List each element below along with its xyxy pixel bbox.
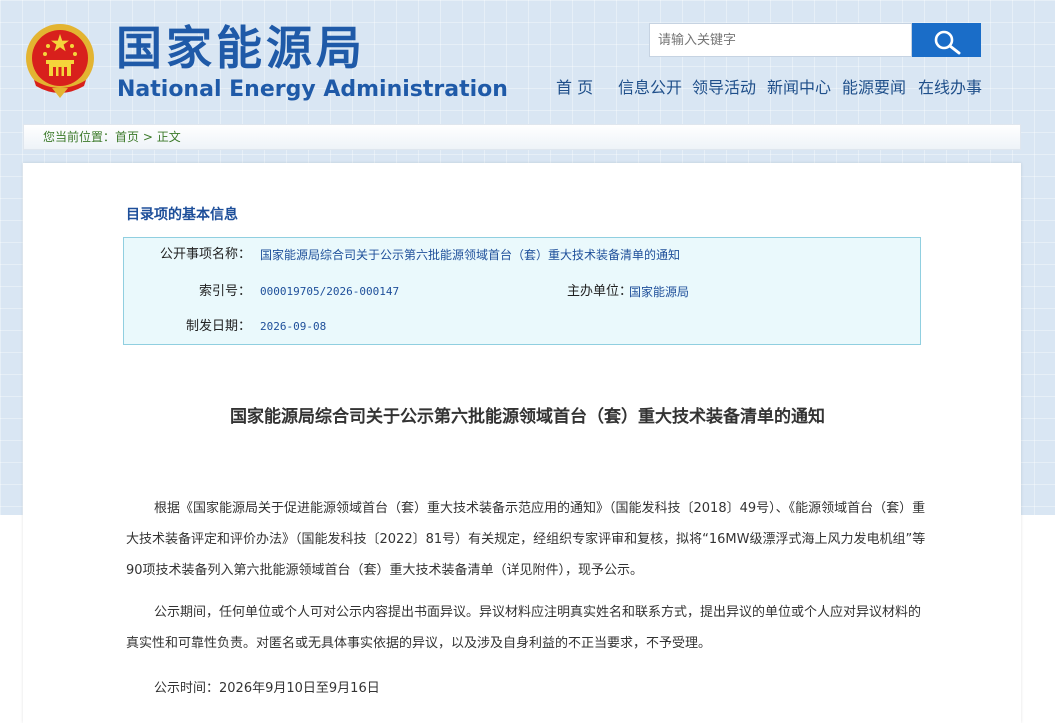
nav-energy-news[interactable]: 能源要闻 bbox=[842, 76, 906, 100]
basic-info-title: 目录项的基本信息 bbox=[126, 207, 238, 223]
article-paragraph-1: 根据《国家能源局关于促进能源领域首台（套）重大技术装备示范应用的通知》（国能发科… bbox=[126, 501, 926, 578]
index-value: 000019705/2026-000147 bbox=[260, 285, 400, 298]
breadcrumb-current: 正文 bbox=[156, 130, 181, 144]
name-value: 国家能源局综合司关于公示第六批能源领域首台（套）重大技术装备清单的通知 bbox=[260, 248, 681, 262]
name-label: 公开事项名称： bbox=[159, 247, 251, 262]
article-paragraph-2: 公示期间，任何单位或个人可对公示内容提出书面异议。异议材料应注明真实姓名和联系方… bbox=[126, 605, 922, 651]
site-logo-title[interactable]: 国家能源局 bbox=[116, 20, 366, 76]
index-label: 索引号： bbox=[198, 284, 251, 299]
article-title: 国家能源局综合司关于公示第六批能源领域首台（套）重大技术装备清单的通知 bbox=[230, 407, 825, 427]
breadcrumb-separator: > bbox=[142, 130, 153, 144]
nav-leader-activities[interactable]: 领导活动 bbox=[692, 76, 756, 100]
issuer-value: 国家能源局 bbox=[629, 285, 690, 299]
nav-home[interactable]: 首 页 bbox=[556, 76, 593, 100]
breadcrumb-home-link[interactable]: 首页 bbox=[115, 130, 139, 144]
nav-news-center[interactable]: 新闻中心 bbox=[767, 76, 831, 100]
nav-info-disclosure[interactable]: 信息公开 bbox=[618, 76, 682, 100]
search-input[interactable] bbox=[649, 23, 912, 57]
nav-online-services[interactable]: 在线办事 bbox=[918, 76, 982, 100]
search-icon bbox=[934, 30, 960, 55]
national-emblem-logo[interactable] bbox=[24, 22, 96, 100]
basic-info-table: 公开事项名称： 国家能源局综合司关于公示第六批能源领域首台（套）重大技术装备清单… bbox=[123, 237, 921, 345]
date-value: 2026-09-08 bbox=[260, 320, 327, 333]
breadcrumb-prefix: 您当前位置： bbox=[43, 130, 116, 144]
site-logo-subtitle[interactable]: National Energy Administration bbox=[117, 76, 508, 104]
breadcrumb: 您当前位置：首页 > 正文 bbox=[23, 124, 1021, 150]
search-button[interactable] bbox=[912, 23, 981, 57]
date-label: 制发日期： bbox=[185, 319, 251, 334]
issuer-label: 主办单位： bbox=[566, 284, 632, 299]
article-paragraph-3: 公示时间：2026年9月10日至9月16日 bbox=[154, 681, 380, 696]
